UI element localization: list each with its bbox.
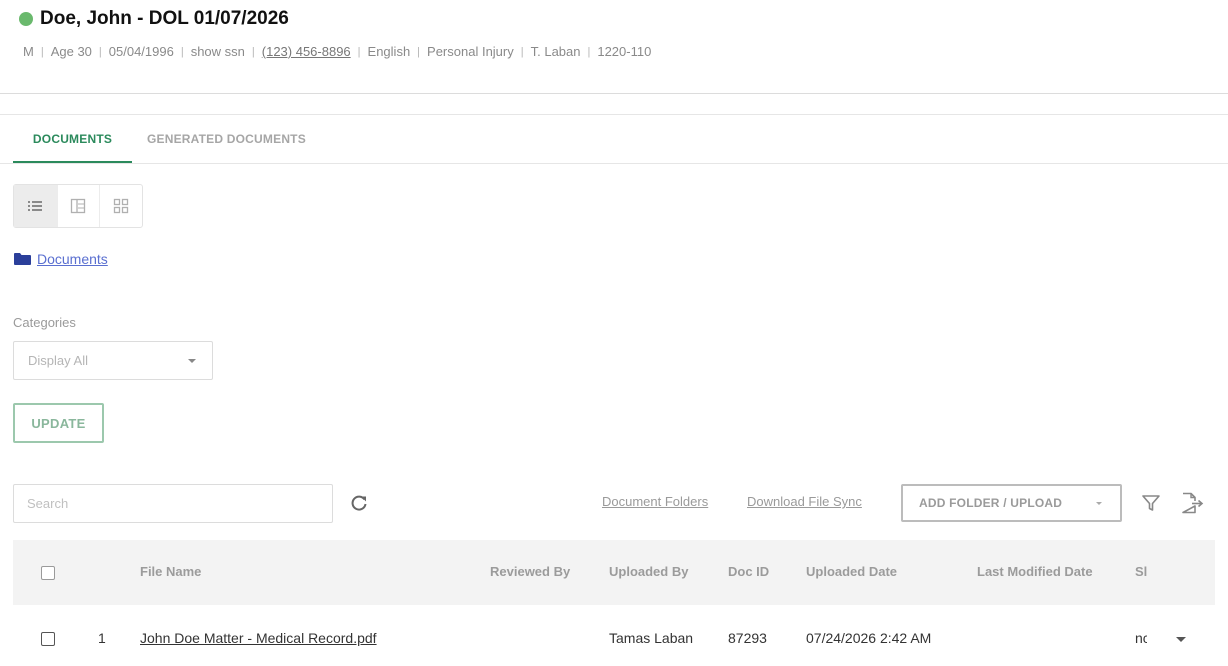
split-view-button[interactable] <box>56 185 100 227</box>
add-folder-upload-label: ADD FOLDER / UPLOAD <box>919 496 1063 510</box>
categories-select[interactable]: Display All <box>13 341 213 380</box>
categories-selected-value: Display All <box>28 353 88 368</box>
tab-generated-documents[interactable]: GENERATED DOCUMENTS <box>147 115 306 163</box>
list-view-icon <box>28 201 43 211</box>
filter-icon[interactable] <box>1141 493 1161 513</box>
download-file-sync-link[interactable]: Download File Sync <box>747 494 862 509</box>
meta-case-number: 1220-110 <box>597 44 652 59</box>
meta-separator: | <box>180 45 184 58</box>
meta-separator: | <box>520 45 524 58</box>
file-name-link[interactable]: John Doe Matter - Medical Record.pdf <box>140 630 377 646</box>
show-ssn-link[interactable]: show ssn <box>191 44 245 59</box>
column-header-file-name[interactable]: File Name <box>140 564 201 579</box>
breadcrumb-documents-link[interactable]: Documents <box>37 251 108 267</box>
row-index: 1 <box>98 630 106 646</box>
patient-header: Doe, John - DOL 01/07/2026 M | Age 30 | … <box>0 0 1228 94</box>
meta-language: English <box>367 44 411 59</box>
cell-uploaded-date: 07/24/2026 2:42 AM <box>806 630 932 646</box>
row-checkbox[interactable] <box>41 632 55 646</box>
meta-separator: | <box>98 45 102 58</box>
grid-view-icon <box>114 198 129 214</box>
meta-sex: M <box>23 44 34 59</box>
breadcrumb: Documents <box>14 251 108 267</box>
document-tabs: DOCUMENTS GENERATED DOCUMENTS <box>0 114 1228 164</box>
cell-doc-id: 87293 <box>728 630 767 646</box>
status-indicator <box>19 12 33 26</box>
meta-age: Age 30 <box>50 44 92 59</box>
view-toggle <box>13 184 143 228</box>
column-header-doc-id[interactable]: Doc ID <box>728 564 769 579</box>
split-view-icon <box>71 198 86 214</box>
select-all-checkbox[interactable] <box>41 566 55 580</box>
column-header-uploaded-by[interactable]: Uploaded By <box>609 564 688 579</box>
document-folders-link[interactable]: Document Folders <box>602 494 708 509</box>
chevron-down-icon <box>188 359 196 363</box>
cell-uploaded-by: Tamas Laban <box>609 630 694 646</box>
table-header: File Name Reviewed By Uploaded By Doc ID… <box>13 540 1215 605</box>
patient-meta: M | Age 30 | 05/04/1996 | show ssn | (12… <box>23 44 651 59</box>
column-header-reviewed-by[interactable]: Reviewed By <box>490 564 570 579</box>
update-button[interactable]: UPDATE <box>13 403 104 443</box>
meta-separator: | <box>587 45 591 58</box>
phone-link[interactable]: (123) 456-8896 <box>262 44 351 59</box>
meta-separator: | <box>251 45 255 58</box>
cell-status: nc <box>1135 630 1147 646</box>
meta-separator: | <box>40 45 44 58</box>
meta-attorney: T. Laban <box>530 44 581 59</box>
column-header-uploaded-date[interactable]: Uploaded Date <box>806 564 897 579</box>
row-actions-chevron-icon[interactable] <box>1176 637 1186 642</box>
meta-dob: 05/04/1996 <box>108 44 174 59</box>
table-row[interactable]: 1 John Doe Matter - Medical Record.pdf T… <box>13 612 1215 666</box>
list-view-button[interactable] <box>14 185 57 227</box>
meta-separator: | <box>417 45 421 58</box>
refresh-icon[interactable] <box>349 493 369 513</box>
chevron-down-icon <box>1096 502 1102 505</box>
tab-documents[interactable]: DOCUMENTS <box>13 115 132 163</box>
categories-label: Categories <box>13 315 76 330</box>
folder-icon <box>14 253 31 265</box>
page-title: Doe, John - DOL 01/07/2026 <box>40 8 289 29</box>
grid-view-button[interactable] <box>99 185 142 227</box>
column-header-status[interactable]: Sl <box>1135 564 1147 579</box>
meta-case-type: Personal Injury <box>427 44 514 59</box>
meta-separator: | <box>357 45 361 58</box>
export-icon[interactable] <box>1180 492 1204 514</box>
search-input[interactable] <box>13 484 333 523</box>
column-header-last-modified-date[interactable]: Last Modified Date <box>977 564 1093 579</box>
add-folder-upload-button[interactable]: ADD FOLDER / UPLOAD <box>901 484 1122 522</box>
